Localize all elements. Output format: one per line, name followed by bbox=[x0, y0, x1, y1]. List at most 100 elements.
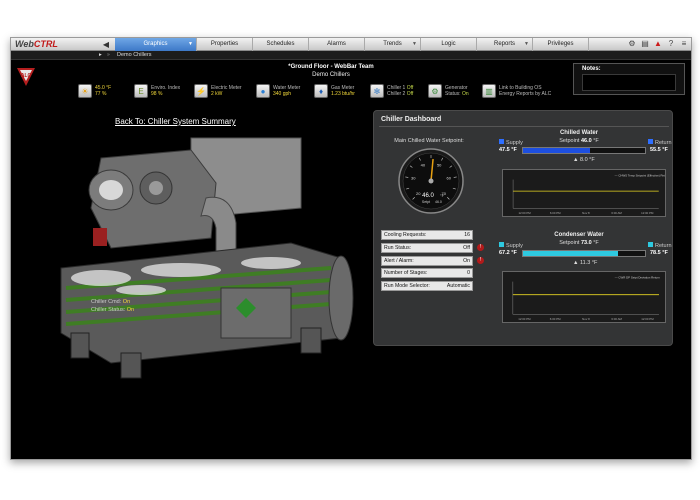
chilled-delta-t: ▲ 8.0 °F bbox=[573, 157, 595, 163]
flame-icon: ♦ bbox=[314, 84, 328, 98]
chart-x-label: Nov 8 bbox=[582, 211, 590, 215]
chart-x-label: Nov 8 bbox=[582, 317, 590, 321]
condenser-water-trend-chart[interactable]: — CWR DP Setpt Deviation Return 12:00 PM 6… bbox=[502, 271, 666, 323]
alarm-icon[interactable]: ▲ bbox=[653, 39, 663, 49]
condenser-water-bar bbox=[522, 250, 646, 257]
gauge-unit: °F bbox=[440, 193, 445, 198]
chilled-water-bar bbox=[522, 147, 646, 154]
tab-alarms[interactable]: Alarms bbox=[309, 38, 365, 51]
generator-icon: ⚙ bbox=[428, 84, 442, 98]
tab-properties[interactable]: Properties bbox=[197, 38, 253, 51]
main-tabs: Graphics ▼ Properties Schedules Alarms Tr… bbox=[115, 38, 589, 51]
tab-reports[interactable]: Reports ▼ bbox=[477, 38, 533, 51]
supply-swatch bbox=[499, 242, 504, 247]
chilled-water-bar-fill bbox=[523, 148, 591, 153]
gauge-tick-label: 20 bbox=[416, 191, 421, 196]
supply-swatch bbox=[499, 139, 504, 144]
back-to-summary-link[interactable]: Back To: Chiller System Summary bbox=[115, 117, 236, 126]
chiller-status-caption: Chiller Cmd: On Chiller Status: On bbox=[91, 299, 135, 313]
enviro-index-metric[interactable]: E Enviro. Index 98 % bbox=[134, 82, 194, 100]
app-window: WebCTRL ◀ Graphics ▼ Properties Schedules… bbox=[10, 37, 692, 460]
weather-metric[interactable]: ☀ 45.0 °F 77 % bbox=[78, 82, 134, 100]
chart-legend: — CHWS Temp Setpoint (Effective) Return bbox=[615, 174, 666, 178]
breadcrumb: ▸ » Demo Chillers bbox=[11, 51, 691, 60]
metrics-strip: ☀ 45.0 °F 77 % E Enviro. Index 98 % ⚡ Elec… bbox=[78, 82, 562, 100]
condenser-setpoint-label: Setpoint 73.0 °F bbox=[559, 240, 599, 246]
generator-metric[interactable]: ⚙ Generator Status: On bbox=[428, 82, 482, 100]
chart-x-label: 12:00 PM bbox=[518, 211, 531, 215]
chart-x-label: 6:00 PM bbox=[550, 317, 561, 321]
setpoint-gauge: 203040 506070 46.0 °F Setpt 46.0 bbox=[398, 148, 464, 214]
tab-graphics[interactable]: Graphics ▼ bbox=[115, 38, 197, 51]
water-drop-icon: ● bbox=[256, 84, 270, 98]
chiller-dashboard: Chiller Dashboard Main Chilled Water Set… bbox=[373, 110, 673, 346]
help-icon[interactable]: ? bbox=[666, 39, 676, 49]
gauge-value: 46.0 bbox=[422, 193, 434, 199]
page-title: *Ground Floor - WebBar Team bbox=[288, 64, 374, 70]
settings-gear-icon[interactable]: ⚙ bbox=[627, 39, 637, 49]
tab-privileges[interactable]: Privileges bbox=[533, 38, 589, 51]
gauge-setpt-label: Setpt bbox=[422, 200, 430, 204]
chilled-supply-temp: 47.5 °F bbox=[499, 147, 517, 153]
status-list: Cooling Requests: 16 Run Status: Off Alert… bbox=[381, 230, 473, 294]
notes-textbox[interactable] bbox=[582, 74, 676, 91]
logo-text-a: Web bbox=[15, 39, 34, 49]
chiller-status-metric[interactable]: ✻ Chiller 1 Off Chiller 2 Off bbox=[370, 82, 428, 100]
gauge-tick-label: 60 bbox=[447, 176, 452, 181]
system-icons: ⚙ ▤ ▲ ? ≡ bbox=[627, 39, 689, 49]
top-nav-bar: WebCTRL ◀ Graphics ▼ Properties Schedules… bbox=[11, 38, 691, 51]
gauge-setpt-value: 46.0 bbox=[435, 200, 442, 204]
gauge-tick-label: 50 bbox=[437, 162, 442, 167]
chilled-return-temp: 55.5 °F bbox=[650, 147, 668, 153]
number-of-stages-row: Number of Stages: 0 bbox=[381, 268, 473, 279]
chilled-water-trend-chart[interactable]: — CHWS Temp Setpoint (Effective) Return 1… bbox=[502, 169, 666, 217]
print-icon[interactable]: ▤ bbox=[640, 39, 650, 49]
chart-x-label: 12:00 PM bbox=[518, 317, 531, 321]
chilled-supply-legend: Supply bbox=[499, 139, 523, 146]
sun-icon: ☀ bbox=[78, 84, 92, 98]
lightning-icon: ⚡ bbox=[194, 84, 208, 98]
tab-logic[interactable]: Logic bbox=[421, 38, 477, 51]
condenser-return-legend: Return bbox=[648, 242, 672, 249]
chevron-down-icon[interactable]: ▼ bbox=[524, 38, 529, 51]
tree-toggle-icon[interactable]: ▸ bbox=[99, 51, 102, 60]
cooling-requests-row: Cooling Requests: 16 bbox=[381, 230, 473, 240]
breadcrumb-current[interactable]: Demo Chillers bbox=[117, 51, 152, 60]
run-mode-selector[interactable]: Run Mode Selector: Automatic bbox=[381, 281, 473, 292]
condenser-water-title: Condenser Water bbox=[554, 232, 604, 238]
chart-x-label: 6:00 PM bbox=[550, 211, 561, 215]
condenser-supply-legend: Supply bbox=[499, 242, 523, 249]
chart-axes bbox=[512, 179, 659, 209]
chevron-down-icon[interactable]: ▼ bbox=[188, 38, 193, 51]
app-logo: WebCTRL bbox=[15, 39, 97, 50]
gas-meter-metric[interactable]: ♦ Gas Meter 1.23 btu/hr bbox=[314, 82, 370, 100]
chevron-down-icon[interactable]: ▼ bbox=[412, 38, 417, 51]
energy-report-icon: ▥ bbox=[482, 84, 496, 98]
chart-x-label: 6:00 AM bbox=[611, 317, 622, 321]
breadcrumb-separator-icon: » bbox=[107, 52, 110, 58]
chart-legend: — CWR DP Setpt Deviation Return bbox=[615, 276, 660, 280]
run-status-alarm-icon[interactable]: ! bbox=[477, 244, 484, 251]
dashboard-divider bbox=[379, 126, 669, 127]
gauge-tick-label: 40 bbox=[421, 162, 426, 167]
alert-alarm-icon[interactable]: ! bbox=[477, 257, 484, 264]
chart-x-label: 12:00 PM bbox=[641, 317, 654, 321]
nav-back-arrow-icon[interactable]: ◀ bbox=[99, 39, 113, 50]
electric-meter-metric[interactable]: ⚡ Electric Meter 2 kW bbox=[194, 82, 256, 100]
run-status-row: Run Status: Off bbox=[381, 242, 473, 253]
snowflake-icon: ✻ bbox=[370, 84, 384, 98]
enviro-index-icon: E bbox=[134, 84, 148, 98]
notes-panel: Notes: bbox=[573, 63, 685, 95]
dashboard-title: Chiller Dashboard bbox=[381, 116, 442, 123]
alert-alarm-row: Alert / Alarm: On bbox=[381, 255, 473, 266]
tab-schedules[interactable]: Schedules bbox=[253, 38, 309, 51]
notes-label: Notes: bbox=[582, 66, 601, 72]
energy-report-link[interactable]: ▥ Link to Building OS Energy Reports by A… bbox=[482, 82, 562, 100]
tab-trends[interactable]: Trends ▼ bbox=[365, 38, 421, 51]
menu-icon[interactable]: ≡ bbox=[679, 39, 689, 49]
chart-x-label: 6:00 AM bbox=[611, 211, 622, 215]
water-meter-metric[interactable]: ● Water Meter 340 gph bbox=[256, 82, 314, 100]
chilled-water-title: Chilled Water bbox=[559, 130, 599, 136]
chilled-return-legend: Return bbox=[648, 139, 672, 146]
gauge-title: Main Chilled Water Setpoint: bbox=[394, 138, 464, 144]
